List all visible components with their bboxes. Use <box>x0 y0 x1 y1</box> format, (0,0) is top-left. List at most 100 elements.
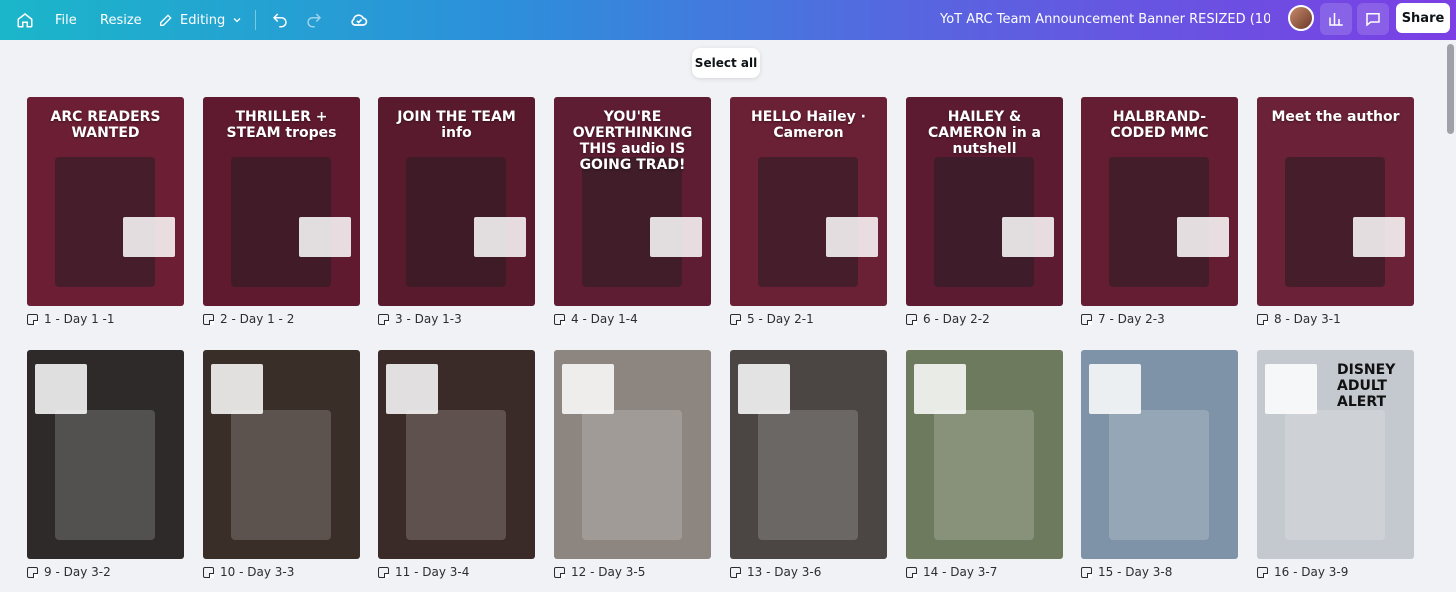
page-thumbnail[interactable]: JOIN THE TEAM info <box>378 97 535 306</box>
page-thumbnail-card[interactable]: DISNEY ADULT ALERT 16 - Day 3-9 <box>1257 350 1414 579</box>
editing-mode-button[interactable]: Editing <box>158 0 243 40</box>
page-thumbnail-card[interactable]: 13 - Day 3-6 <box>730 350 887 579</box>
page-thumbnail[interactable]: THRILLER + STEAM tropes <box>203 97 360 306</box>
page-thumbnail[interactable]: Meet the author <box>1257 97 1414 306</box>
cloud-save-button[interactable] <box>346 7 372 33</box>
thumbnail-note <box>1089 364 1141 414</box>
thumbnail-headline: HAILEY & CAMERON in a nutshell <box>928 109 1041 157</box>
page-label-text: 8 - Day 3-1 <box>1274 312 1341 326</box>
page-label[interactable]: 9 - Day 3-2 <box>27 565 184 579</box>
thumbnail-note <box>738 364 790 414</box>
page-thumbnail[interactable]: HELLO Hailey · Cameron <box>730 97 887 306</box>
page-thumbnail[interactable] <box>203 350 360 559</box>
home-button[interactable] <box>12 7 38 33</box>
thumbnail-image-area <box>1109 410 1209 540</box>
thumbnail-note <box>299 217 351 257</box>
page-label[interactable]: 13 - Day 3-6 <box>730 565 887 579</box>
page-label[interactable]: 1 - Day 1 -1 <box>27 312 184 326</box>
thumbnail-note <box>35 364 87 414</box>
page-thumbnail[interactable]: HAILEY & CAMERON in a nutshell <box>906 97 1063 306</box>
page-label[interactable]: 5 - Day 2-1 <box>730 312 887 326</box>
page-label[interactable]: 10 - Day 3-3 <box>203 565 360 579</box>
page-thumbnail-card[interactable]: 11 - Day 3-4 <box>378 350 535 579</box>
page-thumbnail-card[interactable]: 14 - Day 3-7 <box>906 350 1063 579</box>
page-icon <box>906 313 917 325</box>
page-thumbnail-card[interactable]: ARC READERS WANTED 1 - Day 1 -1 <box>27 97 184 326</box>
page-thumbnail[interactable]: YOU'RE OVERTHINKING THIS audio IS GOING … <box>554 97 711 306</box>
scrollbar[interactable] <box>1447 44 1454 134</box>
page-label[interactable]: 11 - Day 3-4 <box>378 565 535 579</box>
thumbnail-headline: YOU'RE OVERTHINKING THIS audio IS GOING … <box>572 109 693 173</box>
editing-label: Editing <box>180 12 226 28</box>
page-label-text: 16 - Day 3-9 <box>1274 565 1349 579</box>
page-label[interactable]: 7 - Day 2-3 <box>1081 312 1238 326</box>
comments-button[interactable] <box>1357 3 1389 35</box>
page-icon <box>1257 566 1268 578</box>
page-thumbnail-card[interactable]: THRILLER + STEAM tropes 2 - Day 1 - 2 <box>203 97 360 326</box>
page-icon <box>1257 313 1268 325</box>
thumbnail-headline: HALBRAND-CODED MMC <box>1110 109 1209 141</box>
cloud-check-icon <box>351 14 368 26</box>
thumbnail-image-area <box>1285 410 1385 540</box>
page-label-text: 15 - Day 3-8 <box>1098 565 1173 579</box>
page-thumbnail-card[interactable]: HALBRAND-CODED MMC 7 - Day 2-3 <box>1081 97 1238 326</box>
page-label-text: 14 - Day 3-7 <box>923 565 998 579</box>
insights-button[interactable] <box>1320 3 1352 35</box>
page-icon <box>378 566 389 578</box>
page-thumbnail-card[interactable]: 15 - Day 3-8 <box>1081 350 1238 579</box>
page-label[interactable]: 8 - Day 3-1 <box>1257 312 1414 326</box>
page-label-text: 2 - Day 1 - 2 <box>220 312 295 326</box>
page-label[interactable]: 6 - Day 2-2 <box>906 312 1063 326</box>
page-thumbnail[interactable]: HALBRAND-CODED MMC <box>1081 97 1238 306</box>
page-label[interactable]: 2 - Day 1 - 2 <box>203 312 360 326</box>
toolbar-divider <box>255 10 256 30</box>
page-label-text: 12 - Day 3-5 <box>571 565 646 579</box>
bar-chart-icon <box>1329 13 1343 26</box>
share-button[interactable]: Share <box>1396 3 1450 33</box>
page-thumbnail[interactable]: ARC READERS WANTED <box>27 97 184 306</box>
page-thumbnail[interactable] <box>906 350 1063 559</box>
page-thumbnail[interactable] <box>554 350 711 559</box>
page-thumbnail-card[interactable]: 9 - Day 3-2 <box>27 350 184 579</box>
page-thumbnail[interactable]: DISNEY ADULT ALERT <box>1257 350 1414 559</box>
page-icon <box>203 566 214 578</box>
page-thumbnail[interactable] <box>730 350 887 559</box>
thumbnail-headline: HELLO Hailey · Cameron <box>751 109 866 141</box>
page-label[interactable]: 15 - Day 3-8 <box>1081 565 1238 579</box>
page-label-text: 13 - Day 3-6 <box>747 565 822 579</box>
page-label[interactable]: 14 - Day 3-7 <box>906 565 1063 579</box>
comment-icon <box>1366 13 1380 27</box>
document-title[interactable]: YoT ARC Team Announcement Banner RESIZED… <box>940 0 1270 40</box>
page-icon <box>27 566 38 578</box>
page-thumbnail-card[interactable]: Meet the author 8 - Day 3-1 <box>1257 97 1414 326</box>
file-menu-button[interactable]: File <box>55 0 77 40</box>
pencil-icon <box>160 14 172 26</box>
page-icon <box>730 566 741 578</box>
page-thumbnail-card[interactable]: 12 - Day 3-5 <box>554 350 711 579</box>
resize-button[interactable]: Resize <box>100 0 142 40</box>
page-thumbnail-card[interactable]: JOIN THE TEAM info 3 - Day 1-3 <box>378 97 535 326</box>
thumbnail-note <box>562 364 614 414</box>
redo-icon <box>307 13 322 28</box>
page-icon <box>27 313 38 325</box>
page-thumbnail[interactable] <box>27 350 184 559</box>
page-label[interactable]: 3 - Day 1-3 <box>378 312 535 326</box>
thumbnail-image-area <box>406 410 506 540</box>
redo-button[interactable] <box>302 8 326 32</box>
page-label[interactable]: 4 - Day 1-4 <box>554 312 711 326</box>
page-thumbnail-card[interactable]: 10 - Day 3-3 <box>203 350 360 579</box>
chevron-down-icon <box>233 18 241 23</box>
page-thumbnail-card[interactable]: HAILEY & CAMERON in a nutshell 6 - Day 2-… <box>906 97 1063 326</box>
page-thumbnail[interactable] <box>378 350 535 559</box>
page-thumbnail-card[interactable]: HELLO Hailey · Cameron 5 - Day 2-1 <box>730 97 887 326</box>
thumbnail-image-area <box>231 410 331 540</box>
thumbnail-note <box>650 217 702 257</box>
page-icon <box>203 313 214 325</box>
page-label[interactable]: 16 - Day 3-9 <box>1257 565 1414 579</box>
user-avatar[interactable] <box>1288 5 1314 31</box>
page-thumbnail[interactable] <box>1081 350 1238 559</box>
select-all-button[interactable]: Select all <box>692 48 760 78</box>
page-label[interactable]: 12 - Day 3-5 <box>554 565 711 579</box>
undo-button[interactable] <box>268 8 292 32</box>
page-thumbnail-card[interactable]: YOU'RE OVERTHINKING THIS audio IS GOING … <box>554 97 711 326</box>
